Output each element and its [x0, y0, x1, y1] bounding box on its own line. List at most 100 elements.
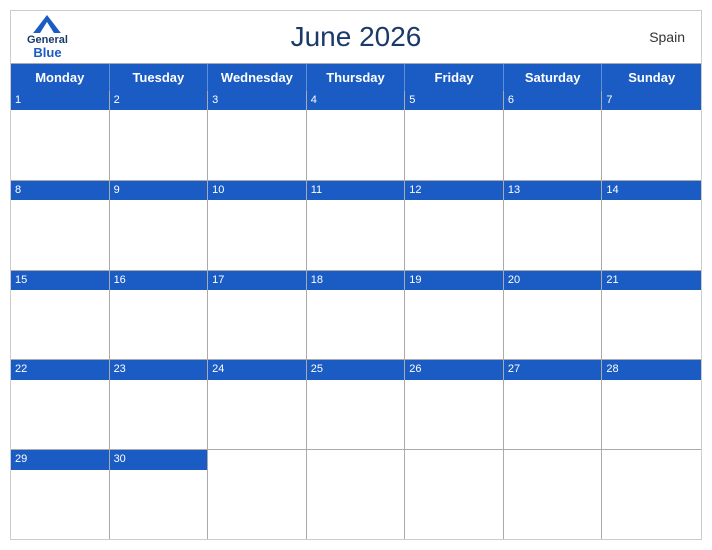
day-cell-0-3: 4 [307, 91, 406, 180]
logo-blue-text: Blue [33, 46, 61, 59]
day-cell-0-2: 3 [208, 91, 307, 180]
day-number: 21 [602, 271, 701, 290]
day-number: 7 [602, 91, 701, 110]
day-cell-2-5: 20 [504, 271, 603, 360]
day-number: 9 [110, 181, 208, 200]
day-cell-0-0: 1 [11, 91, 110, 180]
day-cell-body [307, 380, 405, 449]
day-cell-2-2: 17 [208, 271, 307, 360]
day-cell-4-3 [307, 450, 406, 539]
day-cell-body [504, 380, 602, 449]
day-cell-1-0: 8 [11, 181, 110, 270]
day-cell-0-6: 7 [602, 91, 701, 180]
calendar: General Blue June 2026 Spain Monday Tues… [10, 10, 702, 540]
day-cell-body [110, 110, 208, 179]
weeks-container: 1234567891011121314151617181920212223242… [11, 91, 701, 539]
day-number: 15 [11, 271, 109, 290]
day-cell-body [110, 470, 208, 539]
day-cell-4-5 [504, 450, 603, 539]
day-cell-2-4: 19 [405, 271, 504, 360]
day-cell-body [405, 290, 503, 359]
day-header-monday: Monday [11, 64, 110, 91]
week-row-3: 15161718192021 [11, 271, 701, 361]
day-cell-3-1: 23 [110, 360, 209, 449]
day-number: 22 [11, 360, 109, 379]
day-cell-body [11, 200, 109, 269]
day-cell-body [11, 110, 109, 179]
day-cell-2-1: 16 [110, 271, 209, 360]
day-cell-body [110, 200, 208, 269]
day-number: 25 [307, 360, 405, 379]
day-number: 3 [208, 91, 306, 110]
day-number: 2 [110, 91, 208, 110]
day-cell-body [405, 110, 503, 179]
day-cell-1-5: 13 [504, 181, 603, 270]
day-cell-1-2: 10 [208, 181, 307, 270]
day-cell-body [602, 200, 701, 269]
day-cell-2-0: 15 [11, 271, 110, 360]
day-number: 17 [208, 271, 306, 290]
day-number: 12 [405, 181, 503, 200]
day-header-tuesday: Tuesday [110, 64, 209, 91]
day-header-thursday: Thursday [307, 64, 406, 91]
day-cell-body [504, 110, 602, 179]
day-cell-body [208, 200, 306, 269]
calendar-header: General Blue June 2026 Spain [11, 11, 701, 63]
day-cell-body [208, 380, 306, 449]
day-cell-2-6: 21 [602, 271, 701, 360]
day-header-saturday: Saturday [504, 64, 603, 91]
day-cell-2-3: 18 [307, 271, 406, 360]
day-header-friday: Friday [405, 64, 504, 91]
day-cell-1-6: 14 [602, 181, 701, 270]
day-cell-body [208, 110, 306, 179]
day-cell-body [307, 454, 405, 539]
logo: General Blue [27, 15, 68, 59]
day-cell-body [504, 200, 602, 269]
calendar-title: June 2026 [291, 21, 422, 53]
day-cell-3-5: 27 [504, 360, 603, 449]
day-number: 18 [307, 271, 405, 290]
day-cell-4-6 [602, 450, 701, 539]
week-row-5: 2930 [11, 450, 701, 539]
day-number: 26 [405, 360, 503, 379]
day-cell-body [405, 454, 503, 539]
day-number: 16 [110, 271, 208, 290]
logo-icon [33, 15, 61, 33]
day-cell-1-3: 11 [307, 181, 406, 270]
day-number: 1 [11, 91, 109, 110]
day-number: 10 [208, 181, 306, 200]
day-number: 6 [504, 91, 602, 110]
day-cell-4-0: 29 [11, 450, 110, 539]
day-cell-1-1: 9 [110, 181, 209, 270]
day-cell-body [208, 290, 306, 359]
day-cell-body [11, 290, 109, 359]
day-number: 24 [208, 360, 306, 379]
day-number: 13 [504, 181, 602, 200]
day-number: 5 [405, 91, 503, 110]
day-header-sunday: Sunday [602, 64, 701, 91]
day-cell-body [307, 200, 405, 269]
day-cell-body [307, 110, 405, 179]
day-cell-body [110, 380, 208, 449]
week-row-4: 22232425262728 [11, 360, 701, 450]
day-cell-4-1: 30 [110, 450, 209, 539]
day-cell-1-4: 12 [405, 181, 504, 270]
week-row-1: 1234567 [11, 91, 701, 181]
day-cell-body [11, 380, 109, 449]
day-cell-body [208, 454, 306, 539]
day-cell-4-2 [208, 450, 307, 539]
day-number: 20 [504, 271, 602, 290]
day-cell-body [602, 454, 701, 539]
day-cell-body [602, 110, 701, 179]
day-number: 23 [110, 360, 208, 379]
day-cell-body [602, 380, 701, 449]
day-header-wednesday: Wednesday [208, 64, 307, 91]
day-headers: Monday Tuesday Wednesday Thursday Friday… [11, 64, 701, 91]
day-cell-3-0: 22 [11, 360, 110, 449]
day-number: 28 [602, 360, 701, 379]
day-number: 14 [602, 181, 701, 200]
day-cell-body [405, 380, 503, 449]
day-number: 11 [307, 181, 405, 200]
day-cell-0-1: 2 [110, 91, 209, 180]
day-number: 19 [405, 271, 503, 290]
